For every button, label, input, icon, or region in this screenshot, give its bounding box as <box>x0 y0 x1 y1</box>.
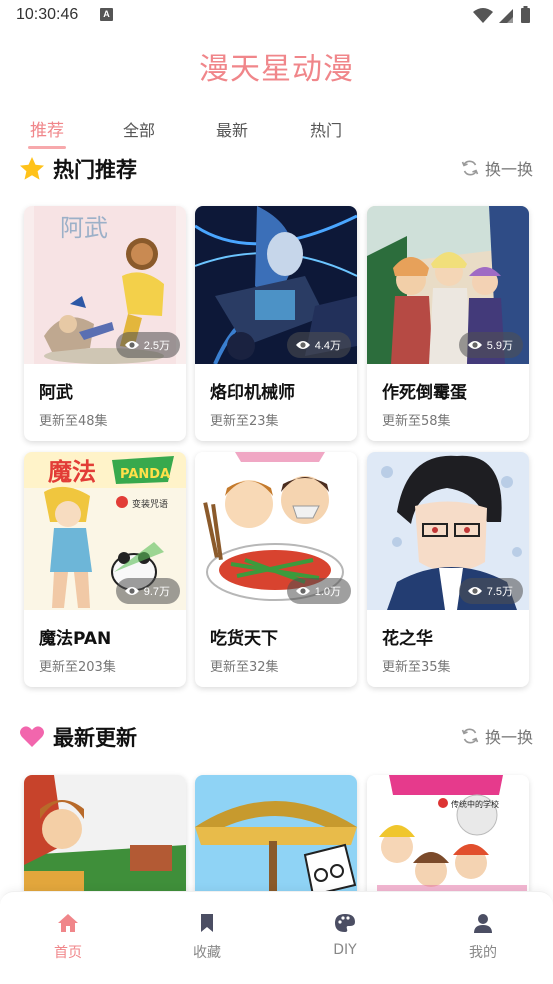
view-count-text: 5.9万 <box>486 340 513 352</box>
refresh-label: 换一换 <box>484 160 533 179</box>
eye-icon <box>295 587 310 595</box>
tab-all[interactable]: 全部 <box>123 117 155 141</box>
view-count-text: 2.5万 <box>143 340 170 352</box>
view-count: 1.0万 <box>286 578 351 604</box>
eye-icon <box>124 341 139 349</box>
comic-title: 阿武 <box>39 383 73 403</box>
view-count: 2.5万 <box>115 332 180 358</box>
view-count: 9.7万 <box>115 578 180 604</box>
comic-episodes: 更新至203集 <box>39 660 116 675</box>
nav-favorites[interactable]: 收藏 <box>167 912 247 962</box>
cover-text: 传统中的学校 <box>451 799 499 809</box>
view-count-text: 7.5万 <box>486 586 513 598</box>
battery-icon <box>521 6 530 23</box>
refresh-icon <box>461 160 479 176</box>
comic-title: 作死倒霉蛋 <box>382 383 467 403</box>
comic-title: 魔法PAN <box>39 629 112 649</box>
status-icons <box>473 6 530 23</box>
comic-card[interactable]: 1.0万 吃货天下 更新至32集 <box>195 452 357 687</box>
home-icon <box>58 914 78 932</box>
palette-icon <box>335 914 355 932</box>
comic-card[interactable]: 魔法 PANDA 变装咒语 9.7万 魔法PAN 更新至203集 <box>24 452 186 687</box>
tab-newest[interactable]: 最新 <box>216 117 248 141</box>
refresh-icon <box>461 728 479 744</box>
nav-label: 首页 <box>54 945 82 961</box>
signal-icon <box>499 9 513 23</box>
comic-title: 烙印机械师 <box>210 383 295 403</box>
cover-text: PANDA <box>120 467 170 482</box>
comic-episodes: 更新至48集 <box>39 414 108 429</box>
nav-label: 收藏 <box>193 945 221 961</box>
view-count-text: 4.4万 <box>314 340 341 352</box>
section-title: 热门推荐 <box>53 158 137 182</box>
comic-card[interactable]: 阿武 2.5万 阿武 更新至48集 <box>24 206 186 441</box>
tab-bar: 推荐 全部 最新 热门 <box>0 112 553 152</box>
view-count-text: 1.0万 <box>314 586 341 598</box>
eye-icon <box>295 341 310 349</box>
tab-recommend[interactable]: 推荐 <box>30 116 64 141</box>
nav-home[interactable]: 首页 <box>28 912 108 962</box>
app-title: 漫天星动漫 <box>199 52 354 87</box>
status-bar: 10:30:46 A <box>0 0 553 30</box>
cover-text: 变装咒语 <box>132 498 168 510</box>
comic-episodes: 更新至32集 <box>210 660 279 675</box>
section-title: 最新更新 <box>53 726 137 750</box>
user-icon <box>474 914 492 933</box>
section-hot-header: 热门推荐 换一换 <box>0 152 553 186</box>
comic-card[interactable]: 4.4万 烙印机械师 更新至23集 <box>195 206 357 441</box>
nav-label: DIY <box>333 942 357 958</box>
tab-indicator <box>28 146 66 149</box>
tab-popular[interactable]: 热门 <box>310 117 342 141</box>
section-latest-header: 最新更新 换一换 <box>0 720 553 754</box>
heart-icon <box>20 726 44 747</box>
eye-icon <box>467 341 482 349</box>
comic-card[interactable]: 7.5万 花之华 更新至35集 <box>367 452 529 687</box>
view-count: 4.4万 <box>286 332 351 358</box>
view-count: 7.5万 <box>458 578 523 604</box>
comic-episodes: 更新至23集 <box>210 414 279 429</box>
eye-icon <box>467 587 482 595</box>
comic-episodes: 更新至58集 <box>382 414 451 429</box>
comic-title: 花之华 <box>382 629 433 649</box>
refresh-button[interactable]: 换一换 <box>461 724 533 748</box>
comic-episodes: 更新至35集 <box>382 660 451 675</box>
view-count-text: 9.7万 <box>143 586 170 598</box>
status-time: 10:30:46 <box>16 6 79 23</box>
cover-text: 阿武 <box>60 214 108 242</box>
eye-icon <box>124 587 139 595</box>
nav-profile[interactable]: 我的 <box>443 912 523 962</box>
nav-label: 我的 <box>469 945 497 961</box>
accessibility-badge-icon: A <box>100 8 113 21</box>
comic-title: 吃货天下 <box>210 629 278 649</box>
refresh-button[interactable]: 换一换 <box>461 156 533 180</box>
comic-card[interactable]: 5.9万 作死倒霉蛋 更新至58集 <box>367 206 529 441</box>
bookmark-icon <box>201 914 213 932</box>
nav-diy[interactable]: DIY <box>305 912 385 958</box>
bottom-nav: 首页 收藏 DIY 我的 <box>0 891 553 984</box>
cover-text: 魔法 <box>48 458 96 486</box>
star-icon <box>20 157 44 180</box>
wifi-icon <box>473 8 493 23</box>
view-count: 5.9万 <box>458 332 523 358</box>
refresh-label: 换一换 <box>484 728 533 747</box>
